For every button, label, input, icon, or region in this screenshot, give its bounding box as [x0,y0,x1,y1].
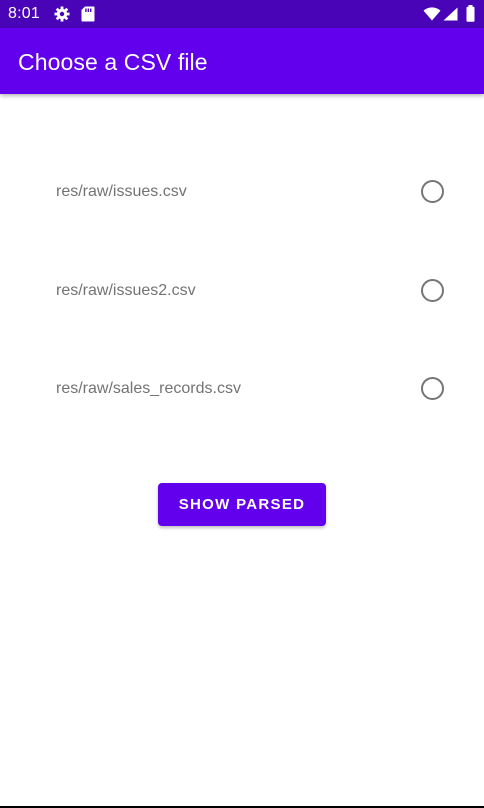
radio-option-issues2-csv[interactable]: res/raw/issues2.csv [40,263,460,319]
status-time: 8:01 [8,5,40,22]
cell-signal-icon [443,7,458,21]
status-bar: 8:01 [0,0,484,28]
radio-option-label: res/raw/issues.csv [56,183,187,200]
app-bar: Choose a CSV file [0,28,484,94]
sd-card-icon [81,6,95,22]
radio-button[interactable] [421,377,444,400]
wifi-icon [423,7,441,21]
show-parsed-button[interactable]: SHOW PARSED [158,483,326,526]
radio-option-label: res/raw/sales_records.csv [56,380,241,397]
gear-icon [54,6,70,22]
battery-icon [466,5,475,22]
radio-button[interactable] [421,279,444,302]
radio-option-label: res/raw/issues2.csv [56,282,196,299]
radio-button[interactable] [421,180,444,203]
radio-option-issues-csv[interactable]: res/raw/issues.csv [40,164,460,220]
page-title: Choose a CSV file [18,49,208,75]
radio-option-sales-records-csv[interactable]: res/raw/sales_records.csv [40,361,460,417]
